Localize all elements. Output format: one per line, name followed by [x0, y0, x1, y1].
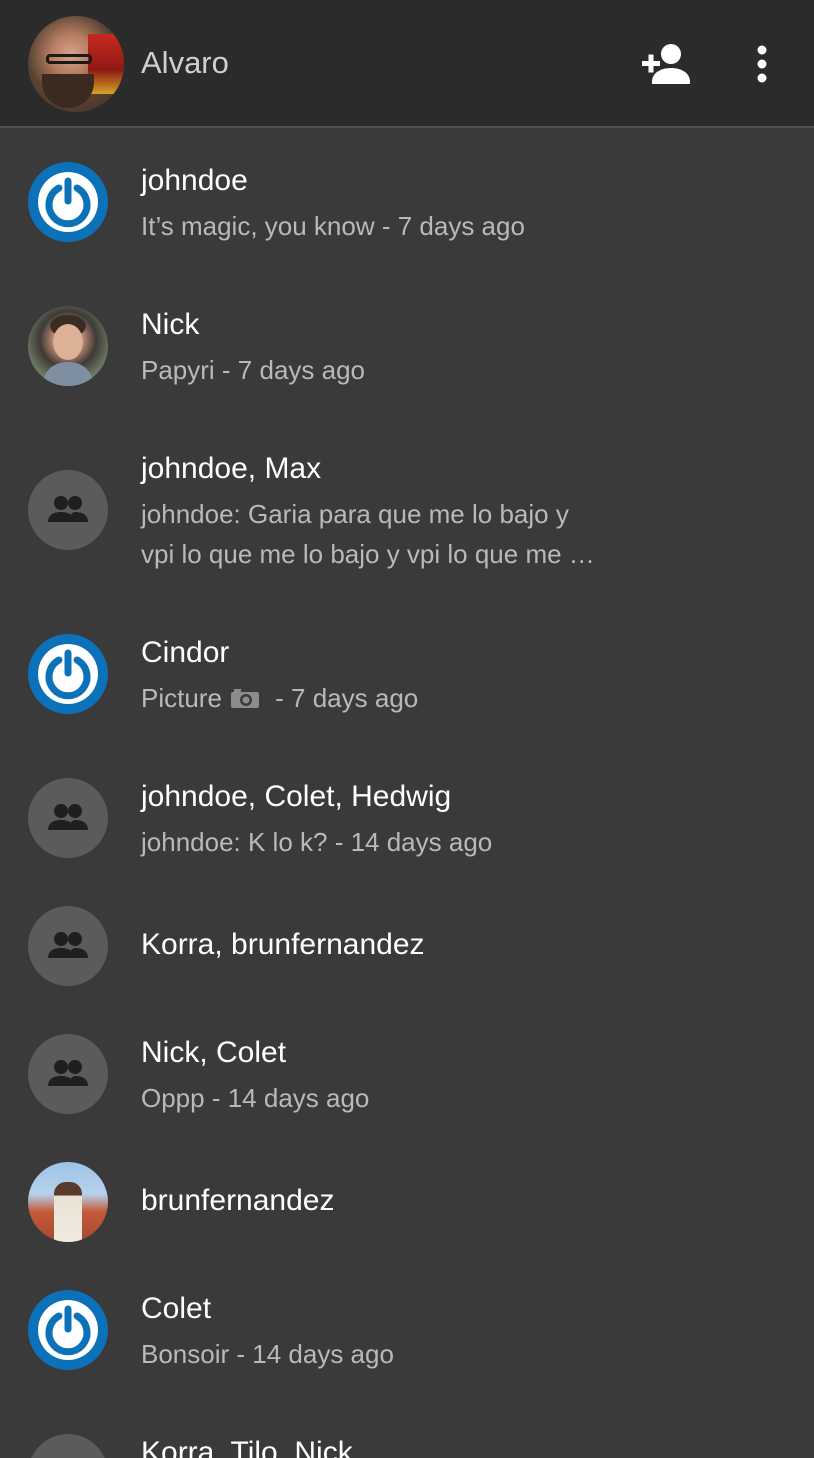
power-icon: [38, 644, 98, 704]
conversation-item[interactable]: Korra, brunfernandez: [0, 884, 814, 1012]
conversation-item[interactable]: brunfernandez: [0, 1140, 814, 1268]
conversation-title: johndoe, Max: [141, 452, 322, 485]
conversation-title: brunfernandez: [141, 1184, 335, 1217]
avatar: [28, 1162, 108, 1242]
conversation-preview-line-2: vpi lo que me lo bajo y vpi lo que me …: [141, 539, 595, 569]
group-icon: [28, 1434, 108, 1458]
group-icon: [48, 1060, 88, 1086]
conversation-title: Nick, Colet: [141, 1036, 287, 1069]
more-options-button[interactable]: [744, 40, 780, 88]
avatar: [28, 906, 108, 986]
person-add-icon: [642, 44, 690, 84]
camera-icon: [230, 689, 259, 709]
conversation-title: Cindor: [141, 636, 230, 669]
profile-photo: [54, 1182, 82, 1242]
avatar: [28, 778, 108, 858]
profile-photo: [42, 315, 94, 386]
conversation-preview: Oppp - 14 days ago: [141, 1083, 370, 1113]
avatar: [28, 162, 108, 242]
chat-app: Alvaro johndoe It’s magic, you know - 7 …: [0, 0, 814, 1458]
conversation-title: johndoe: [141, 164, 248, 197]
conversation-title: Colet: [141, 1292, 212, 1325]
avatar: [28, 634, 108, 714]
conversation-item[interactable]: Colet Bonsoir - 14 days ago: [0, 1268, 814, 1412]
conversation-preview: Papyri - 7 days ago: [141, 355, 366, 385]
conversation-item[interactable]: Nick, Colet Oppp - 14 days ago: [0, 1012, 814, 1140]
current-user-name: Alvaro: [141, 45, 229, 80]
avatar: [28, 306, 108, 386]
power-icon: [38, 172, 98, 232]
group-icon: [48, 932, 88, 958]
conversation-item[interactable]: johndoe, Max johndoe: Garia para que me …: [0, 416, 814, 612]
conversation-title: johndoe, Colet, Hedwig: [141, 780, 452, 813]
avatar: [28, 470, 108, 550]
conversation-item[interactable]: Nick Papyri - 7 days ago: [0, 272, 814, 416]
conversation-item[interactable]: Korra, Tilo, Nick: [0, 1412, 814, 1458]
conversation-preview: johndoe: K lo k? - 14 days ago: [141, 827, 493, 857]
conversation-item[interactable]: johndoe, Colet, Hedwig johndoe: K lo k? …: [0, 756, 814, 884]
avatar: [28, 1434, 108, 1458]
power-icon: [38, 1300, 98, 1360]
preview-prefix: Picture: [141, 683, 222, 713]
conversation-title: Korra, brunfernandez: [141, 928, 425, 961]
conversation-title: Nick: [141, 308, 200, 341]
avatar: [28, 1034, 108, 1114]
avatar: [28, 1290, 108, 1370]
conversation-preview: Bonsoir - 14 days ago: [141, 1339, 394, 1369]
group-icon: [48, 804, 88, 830]
conversation-preview: Picture - 7 days ago: [141, 678, 418, 718]
conversation-preview-line-1: johndoe: Garia para que me lo bajo y: [141, 499, 569, 529]
group-icon: [48, 496, 88, 522]
conversation-preview: It’s magic, you know - 7 days ago: [141, 211, 525, 241]
conversation-item[interactable]: johndoe It’s magic, you know - 7 days ag…: [0, 128, 814, 272]
user-avatar[interactable]: [28, 16, 124, 112]
more-vert-icon: [757, 45, 767, 83]
preview-suffix: - 7 days ago: [267, 683, 419, 713]
top-bar: Alvaro: [0, 0, 814, 128]
conversation-item[interactable]: Cindor Picture - 7 days ago: [0, 612, 814, 756]
add-contact-button[interactable]: [640, 42, 692, 86]
conversation-title: Korra, Tilo, Nick: [141, 1436, 353, 1458]
